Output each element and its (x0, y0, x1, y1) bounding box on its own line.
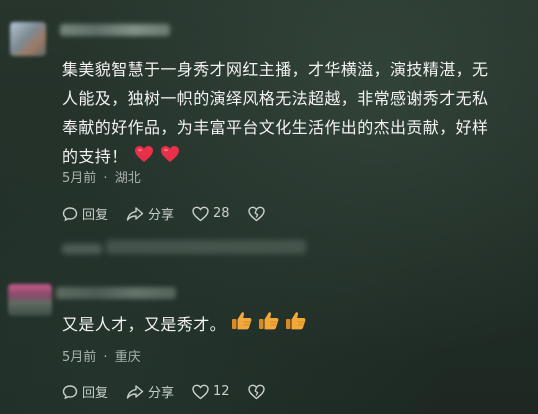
heart-emoji-icon (160, 143, 180, 172)
like-button[interactable]: 28 (192, 206, 230, 222)
share-label: 分享 (148, 208, 175, 223)
reply-icon (62, 206, 78, 221)
comment-text: 集美貌智慧于一身秀才网红主播，才华横溢，演技精湛，无人能及，独树一帜的演绎风格无… (62, 55, 502, 172)
reply-label: 回复 (82, 208, 109, 223)
reply-icon (62, 384, 78, 399)
username[interactable] (56, 287, 176, 299)
reply-button[interactable]: 回复 (62, 382, 108, 401)
avatar[interactable] (10, 22, 46, 56)
share-label: 分享 (148, 386, 175, 401)
comment-time: 5月前 (62, 350, 97, 365)
share-icon (126, 206, 144, 221)
share-button[interactable]: 分享 (126, 204, 174, 223)
like-heart-icon (192, 384, 209, 399)
thumbs-up-emoji-icon (231, 311, 253, 340)
thumbs-up-emoji-icon (258, 311, 280, 340)
username[interactable] (60, 24, 170, 36)
like-count: 12 (213, 384, 230, 399)
meta-separator: · (103, 350, 108, 365)
share-button[interactable]: 分享 (126, 382, 174, 401)
comment-location: 重庆 (114, 350, 141, 365)
comment-actions: 回复 分享 12 (62, 382, 287, 401)
comment-body: 又是人才，又是秀才。 (62, 315, 227, 334)
comment-text: 又是人才，又是秀才。 (62, 310, 502, 340)
like-button[interactable]: 12 (192, 384, 230, 400)
comment-location: 湖北 (114, 171, 141, 186)
blurred-reply-text (106, 240, 306, 254)
broken-heart-icon (247, 206, 265, 221)
comment-body: 集美貌智慧于一身秀才网红主播，才华横溢，演技精湛，无人能及，独树一帜的演绎风格无… (62, 60, 489, 166)
dislike-button[interactable] (247, 384, 269, 400)
like-count: 28 (213, 206, 230, 221)
thumbs-up-emoji-icon (285, 311, 307, 340)
reply-label: 回复 (82, 386, 109, 401)
avatar[interactable] (8, 284, 52, 316)
dislike-button[interactable] (247, 206, 269, 222)
broken-heart-icon (247, 384, 265, 399)
blurred-reply-link[interactable] (62, 244, 102, 254)
comment-time: 5月前 (62, 171, 97, 186)
meta-separator: · (103, 171, 108, 186)
reply-button[interactable]: 回复 (62, 204, 108, 223)
comment-actions: 回复 分享 28 (62, 204, 287, 223)
like-heart-icon (192, 206, 209, 221)
comment-meta: 5月前 · 重庆 (62, 346, 141, 365)
share-icon (126, 384, 144, 399)
comment-meta: 5月前 · 湖北 (62, 167, 141, 186)
